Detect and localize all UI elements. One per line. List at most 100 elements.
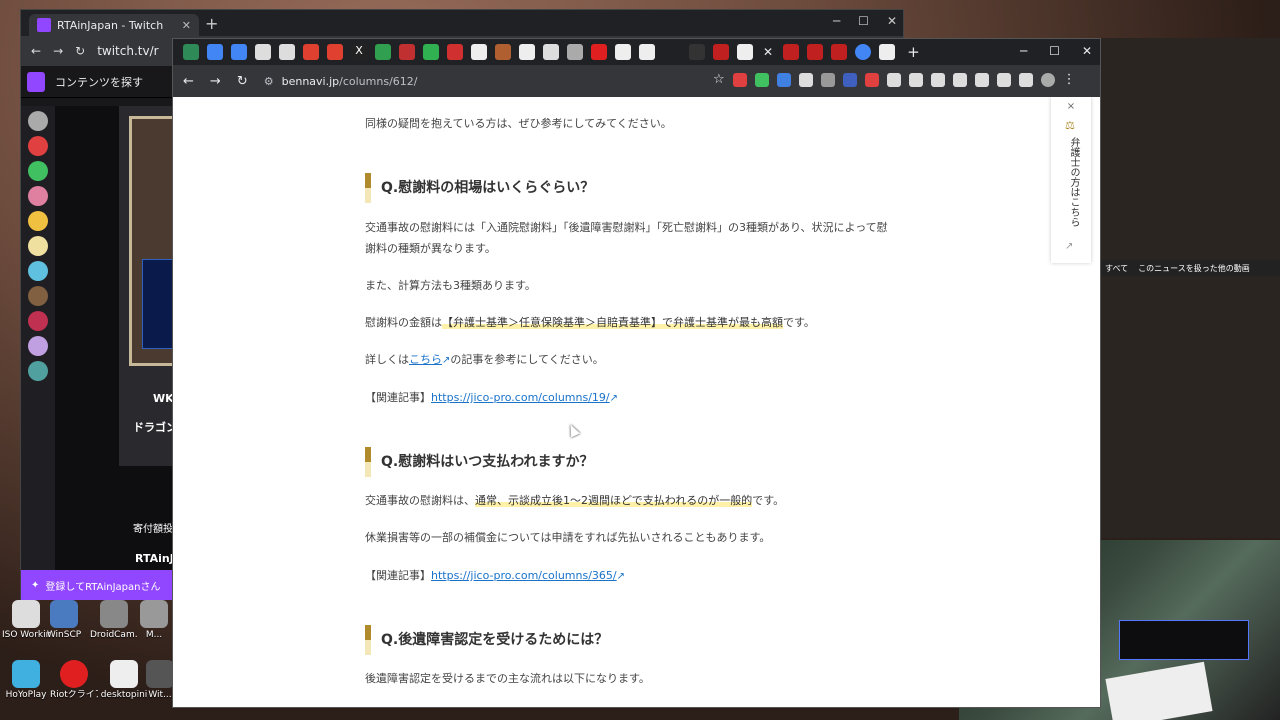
avatar[interactable]	[28, 136, 48, 156]
tab-favicon-icon[interactable]	[375, 44, 391, 60]
desktop-icon[interactable]: WinSCP	[40, 600, 88, 641]
maximize-icon[interactable]: ☐	[858, 14, 869, 28]
tab-favicon-icon[interactable]	[255, 44, 271, 60]
reload-icon[interactable]: ↻	[75, 44, 85, 58]
avatar[interactable]	[28, 261, 48, 281]
tab-favicon-icon[interactable]	[567, 44, 583, 60]
new-tab-button[interactable]: +	[907, 43, 920, 61]
desktop-icon[interactable]: HoYoPlay	[2, 660, 50, 701]
avatar[interactable]	[28, 236, 48, 256]
tab-favicon-icon[interactable]	[807, 44, 824, 60]
reload-icon[interactable]: ↻	[237, 74, 248, 89]
news-tab-all[interactable]: すべて	[1105, 263, 1128, 274]
desktop-icon[interactable]: M...	[130, 600, 178, 641]
x-icon[interactable]: X	[351, 44, 367, 60]
extension-icon[interactable]	[886, 73, 901, 87]
new-tab-button[interactable]: +	[205, 14, 218, 33]
register-bar[interactable]: ✦ 登録してRTAinJapanさん	[21, 570, 173, 600]
tab-favicon-icon[interactable]	[279, 44, 295, 60]
twitch-tab[interactable]: RTAinJapan - Twitch ✕	[29, 14, 199, 36]
avatar[interactable]	[28, 211, 48, 231]
extension-icon[interactable]	[732, 73, 747, 87]
bookmark-star-icon[interactable]: ☆	[713, 73, 725, 87]
tab-favicon-icon[interactable]	[327, 44, 343, 60]
close-widget-icon[interactable]: ×	[1051, 101, 1091, 112]
lawyer-side-widget[interactable]: × ⚖ 弁護士の方はこちら ↗	[1051, 97, 1091, 263]
tab-favicon-icon[interactable]	[639, 44, 655, 60]
minimize-icon[interactable]: ─	[1020, 44, 1027, 58]
window-controls: ─ ☐ ✕	[1020, 44, 1092, 58]
tab-favicon-icon[interactable]	[615, 44, 631, 60]
collapse-icon[interactable]	[28, 111, 48, 131]
tab-favicon-icon[interactable]	[831, 44, 848, 60]
extension-icon[interactable]	[776, 73, 791, 87]
back-icon[interactable]: ←	[183, 74, 194, 89]
forward-icon[interactable]: →	[53, 44, 63, 58]
q1-heading-text: Q.慰謝料の相場はいくらぐらい？	[381, 179, 595, 196]
tab-favicon-icon[interactable]	[231, 44, 247, 60]
minimize-icon[interactable]: ─	[833, 14, 840, 28]
heading-accent-bar	[365, 447, 371, 477]
tab-favicon-icon[interactable]	[207, 44, 223, 60]
youtube-icon[interactable]	[591, 44, 607, 60]
extension-icon[interactable]	[908, 73, 923, 87]
kochira-link[interactable]: こちら	[409, 353, 442, 366]
tab-favicon-icon[interactable]	[495, 44, 511, 60]
forward-icon[interactable]: →	[210, 74, 221, 89]
close-tab-icon[interactable]: ✕	[763, 45, 773, 59]
avatar[interactable]	[28, 186, 48, 206]
extension-icon[interactable]	[996, 73, 1011, 87]
tab-favicon-icon[interactable]	[543, 44, 559, 60]
back-icon[interactable]: ←	[31, 44, 41, 58]
tab-favicon-icon[interactable]	[471, 44, 487, 60]
menu-icon[interactable]: ⋮	[1063, 73, 1076, 87]
close-icon[interactable]: ✕	[887, 14, 897, 28]
tab-favicon-icon[interactable]	[183, 44, 199, 60]
desktop-icon[interactable]: Riotクライアント	[50, 660, 98, 701]
extension-icon[interactable]	[864, 73, 879, 87]
highlight-text: 【弁護士基準＞任意保険基準＞自賠責基準】で弁護士基準が最も高額	[442, 316, 783, 329]
tab-favicon-icon[interactable]	[423, 44, 439, 60]
tab-favicon-icon[interactable]	[519, 44, 535, 60]
extension-icon[interactable]	[930, 73, 945, 87]
extension-icon[interactable]	[1018, 73, 1033, 87]
related-link-365[interactable]: https://jico-pro.com/columns/365/	[431, 569, 617, 582]
q1-heading: Q.慰謝料の相場はいくらぐらい？	[365, 173, 594, 203]
external-link-icon: ↗	[616, 571, 626, 582]
close-tab-icon[interactable]: ✕	[182, 19, 191, 32]
tab-favicon-icon[interactable]	[303, 44, 319, 60]
twitch-logo-icon[interactable]	[27, 71, 45, 92]
tab-favicon-icon[interactable]	[447, 44, 463, 60]
google-icon[interactable]	[855, 44, 872, 60]
close-icon[interactable]: ✕	[1082, 44, 1092, 58]
extension-icon[interactable]	[952, 73, 967, 87]
tab-favicon-icon[interactable]	[879, 44, 896, 60]
news-tab-related[interactable]: このニュースを扱った他の動画	[1138, 263, 1250, 274]
avatar[interactable]	[28, 286, 48, 306]
related-link-19[interactable]: https://jico-pro.com/columns/19/	[431, 391, 610, 404]
twitch-search[interactable]: コンテンツを探す	[55, 74, 143, 90]
extension-icon[interactable]	[754, 73, 769, 87]
extension-icon[interactable]	[974, 73, 989, 87]
twitch-tab-title: RTAinJapan - Twitch	[57, 18, 164, 32]
extension-icon[interactable]	[842, 73, 857, 87]
avatar[interactable]	[28, 161, 48, 181]
tab-favicon-icon[interactable]	[713, 44, 729, 60]
tab-favicon-icon[interactable]	[689, 44, 705, 60]
address-bar[interactable]: ⚙ bennavi.jp/columns/612/	[264, 75, 418, 88]
tab-favicon-icon[interactable]	[399, 44, 415, 60]
tab-favicon-icon[interactable]	[737, 44, 753, 60]
avatar[interactable]	[28, 361, 48, 381]
q3-heading: Q.後遺障害認定を受けるためには？	[365, 625, 608, 655]
tab-favicon-icon[interactable]	[783, 44, 800, 60]
url-domain: bennavi.jp	[281, 74, 340, 88]
profile-avatar[interactable]	[1040, 73, 1055, 87]
extension-icon[interactable]	[820, 73, 835, 87]
avatar[interactable]	[28, 311, 48, 331]
news-bar: すべて このニュースを扱った他の動画	[1101, 260, 1280, 276]
site-info-icon[interactable]: ⚙	[264, 75, 274, 88]
avatar[interactable]	[28, 336, 48, 356]
extension-icon[interactable]	[798, 73, 813, 87]
twitch-url[interactable]: twitch.tv/r	[97, 44, 158, 58]
maximize-icon[interactable]: ☐	[1049, 44, 1060, 58]
